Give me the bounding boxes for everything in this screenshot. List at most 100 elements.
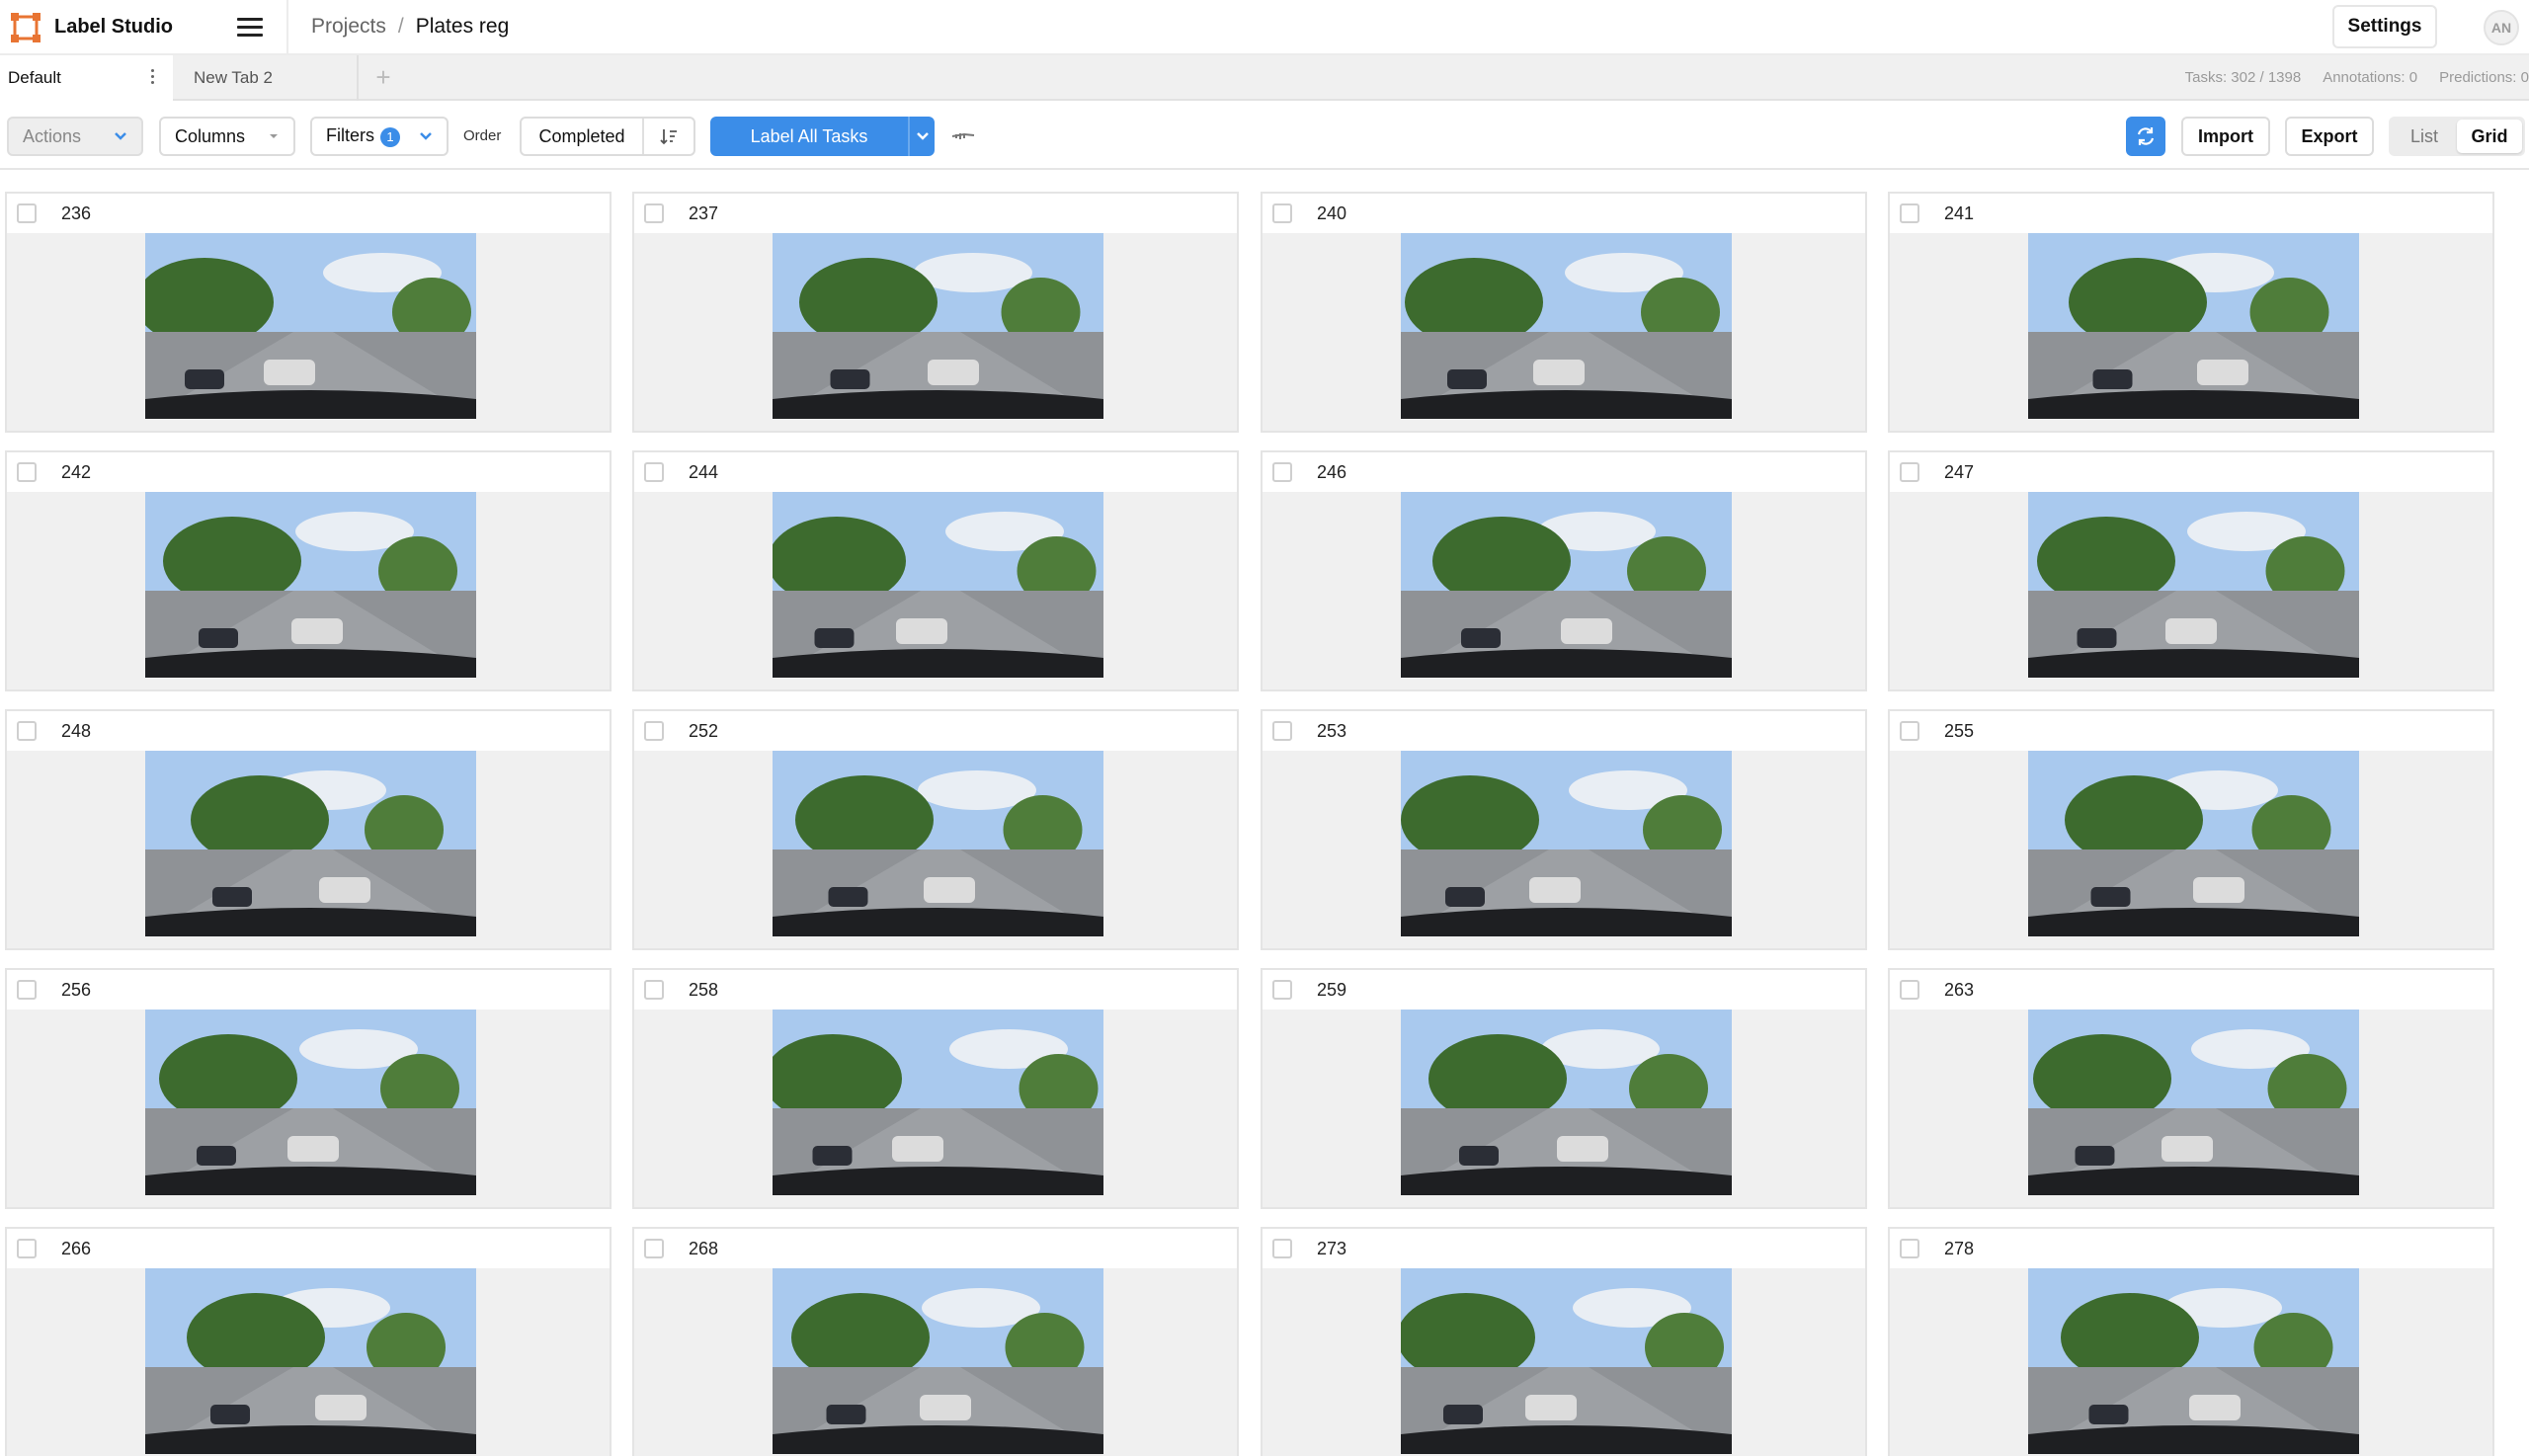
columns-dropdown[interactable]: Columns: [159, 117, 295, 156]
breadcrumb-separator: /: [397, 15, 404, 38]
task-checkbox[interactable]: [1272, 1239, 1292, 1258]
task-id: 273: [1317, 1239, 1347, 1258]
task-checkbox[interactable]: [644, 203, 664, 223]
task-image-thumbnail[interactable]: [1401, 492, 1732, 678]
tab-label: Default: [8, 68, 61, 87]
menu-icon[interactable]: [235, 15, 265, 40]
task-card-header: 259: [1263, 970, 1865, 1010]
task-checkbox[interactable]: [644, 1239, 664, 1258]
task-card[interactable]: 259: [1261, 968, 1867, 1209]
task-card[interactable]: 258: [632, 968, 1239, 1209]
task-image-thumbnail[interactable]: [2028, 492, 2359, 678]
task-card[interactable]: 266: [5, 1227, 612, 1456]
actions-label: Actions: [23, 125, 82, 146]
label-all-tasks-button[interactable]: Label All Tasks: [710, 117, 935, 156]
task-card[interactable]: 252: [632, 709, 1239, 950]
task-card[interactable]: 241: [1888, 192, 2494, 433]
task-image-thumbnail[interactable]: [2028, 1268, 2359, 1454]
task-image-thumbnail[interactable]: [773, 233, 1103, 419]
caret-down-icon: [270, 134, 278, 138]
tab-options-icon[interactable]: [148, 67, 156, 89]
chevron-down-icon[interactable]: [908, 117, 935, 156]
app-name[interactable]: Label Studio: [54, 14, 173, 40]
task-card[interactable]: 244: [632, 450, 1239, 691]
task-image-thumbnail[interactable]: [2028, 233, 2359, 419]
task-card[interactable]: 242: [5, 450, 612, 691]
task-image-thumbnail[interactable]: [145, 1010, 476, 1195]
task-card[interactable]: 256: [5, 968, 612, 1209]
task-image-thumbnail[interactable]: [1401, 233, 1732, 419]
task-checkbox[interactable]: [1272, 203, 1292, 223]
annotations-count: Annotations: 0: [2323, 69, 2418, 86]
task-checkbox[interactable]: [17, 721, 37, 741]
order-value[interactable]: Completed: [522, 119, 644, 154]
task-checkbox[interactable]: [17, 203, 37, 223]
task-checkbox[interactable]: [1272, 721, 1292, 741]
task-card[interactable]: 248: [5, 709, 612, 950]
task-checkbox[interactable]: [17, 1239, 37, 1258]
task-id: 278: [1944, 1239, 1975, 1258]
task-image-thumbnail[interactable]: [773, 751, 1103, 936]
task-card[interactable]: 253: [1261, 709, 1867, 950]
grid-view-button[interactable]: Grid: [2457, 120, 2522, 153]
task-image-thumbnail[interactable]: [145, 233, 476, 419]
task-image-thumbnail[interactable]: [1401, 1010, 1732, 1195]
export-button[interactable]: Export: [2285, 117, 2374, 156]
label-studio-logo-icon[interactable]: [10, 12, 41, 43]
task-checkbox[interactable]: [1272, 462, 1292, 482]
sort-direction-icon[interactable]: [644, 119, 693, 154]
refresh-icon: [2137, 127, 2155, 145]
task-id: 246: [1317, 462, 1347, 482]
task-checkbox[interactable]: [17, 462, 37, 482]
task-image-thumbnail[interactable]: [145, 1268, 476, 1454]
task-image-thumbnail[interactable]: [773, 492, 1103, 678]
task-image-thumbnail[interactable]: [1401, 1268, 1732, 1454]
task-image-thumbnail[interactable]: [1401, 751, 1732, 936]
label-all-tasks-label[interactable]: Label All Tasks: [710, 117, 908, 156]
task-card[interactable]: 246: [1261, 450, 1867, 691]
refresh-button[interactable]: [2126, 117, 2165, 156]
task-checkbox[interactable]: [1900, 721, 1919, 741]
task-checkbox[interactable]: [644, 721, 664, 741]
task-card[interactable]: 263: [1888, 968, 2494, 1209]
task-checkbox[interactable]: [644, 980, 664, 1000]
task-card-header: 255: [1890, 711, 2492, 751]
task-card[interactable]: 268: [632, 1227, 1239, 1456]
task-card[interactable]: 247: [1888, 450, 2494, 691]
order-select[interactable]: Completed: [520, 117, 695, 156]
task-checkbox[interactable]: [1900, 980, 1919, 1000]
filters-count-badge: 1: [380, 127, 400, 147]
avatar[interactable]: AN: [2484, 10, 2519, 45]
task-checkbox[interactable]: [1900, 203, 1919, 223]
task-checkbox[interactable]: [17, 980, 37, 1000]
task-image-thumbnail[interactable]: [2028, 751, 2359, 936]
settings-button[interactable]: Settings: [2332, 5, 2437, 48]
task-image-thumbnail[interactable]: [773, 1010, 1103, 1195]
task-image-thumbnail[interactable]: [145, 492, 476, 678]
list-view-button[interactable]: List: [2392, 120, 2457, 153]
task-checkbox[interactable]: [1900, 1239, 1919, 1258]
add-tab-icon[interactable]: +: [371, 55, 395, 101]
filters-label: Filters 1: [326, 125, 400, 147]
tab-default[interactable]: Default: [0, 55, 173, 101]
import-button[interactable]: Import: [2181, 117, 2270, 156]
filters-button[interactable]: Filters 1: [310, 117, 449, 156]
task-card[interactable]: 237: [632, 192, 1239, 433]
actions-dropdown[interactable]: Actions: [7, 117, 143, 156]
task-checkbox[interactable]: [644, 462, 664, 482]
task-image-thumbnail[interactable]: [773, 1268, 1103, 1454]
task-checkbox[interactable]: [1900, 462, 1919, 482]
task-image-thumbnail[interactable]: [2028, 1010, 2359, 1195]
task-card[interactable]: 236: [5, 192, 612, 433]
task-grid: 236 237 240 241 242 244 246 247 248 252 253 255 256 2…: [0, 172, 2529, 1456]
task-image-thumbnail[interactable]: [145, 751, 476, 936]
pointing-hand-icon[interactable]: [950, 126, 978, 146]
task-card[interactable]: 255: [1888, 709, 2494, 950]
tab-new-tab-2[interactable]: New Tab 2: [186, 55, 359, 101]
task-checkbox[interactable]: [1272, 980, 1292, 1000]
task-card[interactable]: 278: [1888, 1227, 2494, 1456]
breadcrumb-projects[interactable]: Projects: [311, 15, 386, 38]
task-card[interactable]: 240: [1261, 192, 1867, 433]
task-id: 253: [1317, 721, 1347, 741]
task-card[interactable]: 273: [1261, 1227, 1867, 1456]
